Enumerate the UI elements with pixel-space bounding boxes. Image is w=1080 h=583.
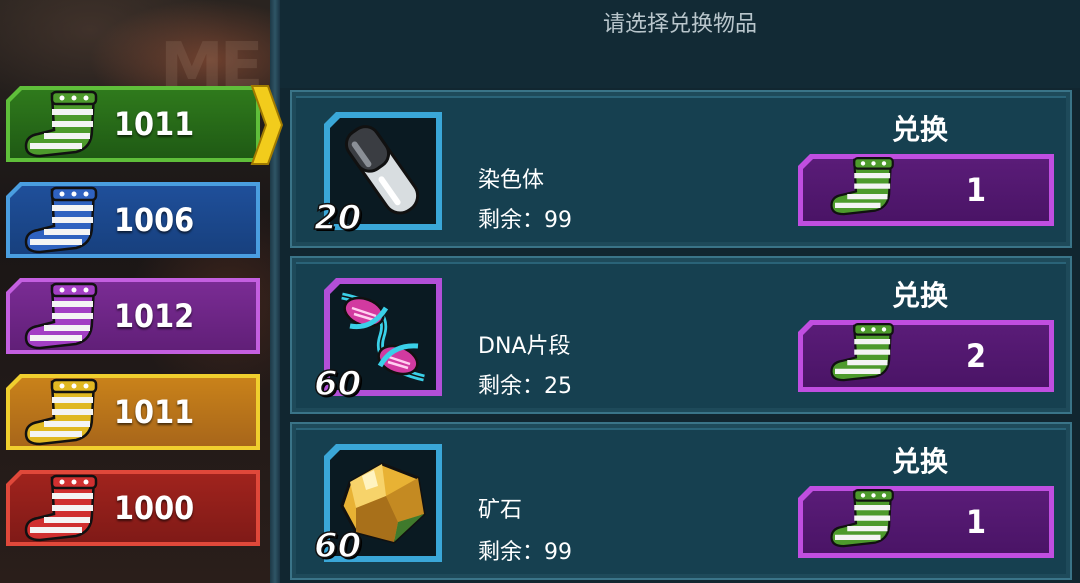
header: 请选择兑换物品 [280, 0, 1080, 88]
sock-count: 1012 [114, 297, 195, 335]
exchange-cost: 1 [966, 171, 987, 209]
red-sock-icon [22, 474, 102, 544]
selected-arrow-icon [250, 85, 284, 165]
exchange-item-row: 20 染色体 剩余：99 兑换 1 [290, 90, 1072, 248]
item-name: DNA片段 [478, 334, 571, 359]
page-title: 请选择兑换物品 [602, 12, 757, 37]
item-name: 矿石 [478, 498, 523, 523]
sock-tab-yellow[interactable]: 1011 [6, 374, 260, 450]
sock-count: 1011 [114, 105, 195, 143]
exchange-label: 兑换 [892, 113, 949, 146]
exchange-button[interactable]: 1 [798, 154, 1054, 226]
exchange-label: 兑换 [892, 279, 949, 312]
item-remaining: 剩余：25 [478, 374, 572, 399]
item-remaining: 剩余：99 [478, 208, 572, 233]
sock-count: 1000 [114, 489, 195, 527]
sock-count: 1011 [114, 393, 195, 431]
sock-tab-purple[interactable]: 1012 [6, 278, 260, 354]
green-sock-icon [828, 488, 898, 550]
exchange-cost: 1 [966, 503, 987, 541]
green-sock-icon [828, 322, 898, 384]
green-sock-icon [22, 90, 102, 160]
item-remaining: 剩余：99 [478, 540, 572, 565]
sock-tab-blue[interactable]: 1006 [6, 182, 260, 258]
item-quantity: 60 [313, 363, 362, 405]
exchange-item-row: 60 矿石 剩余：99 兑换 1 [290, 422, 1072, 580]
purple-sock-icon [22, 282, 102, 352]
exchange-label: 兑换 [892, 445, 949, 478]
exchange-item-row: 60 DNA片段 剩余：25 兑换 2 [290, 256, 1072, 414]
sock-tab-red[interactable]: 1000 [6, 470, 260, 546]
item-quantity: 60 [313, 525, 362, 567]
item-quantity: 20 [313, 197, 362, 239]
exchange-button[interactable]: 2 [798, 320, 1054, 392]
item-name: 染色体 [478, 168, 545, 193]
sock-tab-green[interactable]: 1011 [6, 86, 260, 162]
exchange-cost: 2 [966, 337, 987, 375]
exchange-button[interactable]: 1 [798, 486, 1054, 558]
yellow-sock-icon [22, 378, 102, 448]
green-sock-icon [828, 156, 898, 218]
blue-sock-icon [22, 186, 102, 256]
sock-count: 1006 [114, 201, 195, 239]
